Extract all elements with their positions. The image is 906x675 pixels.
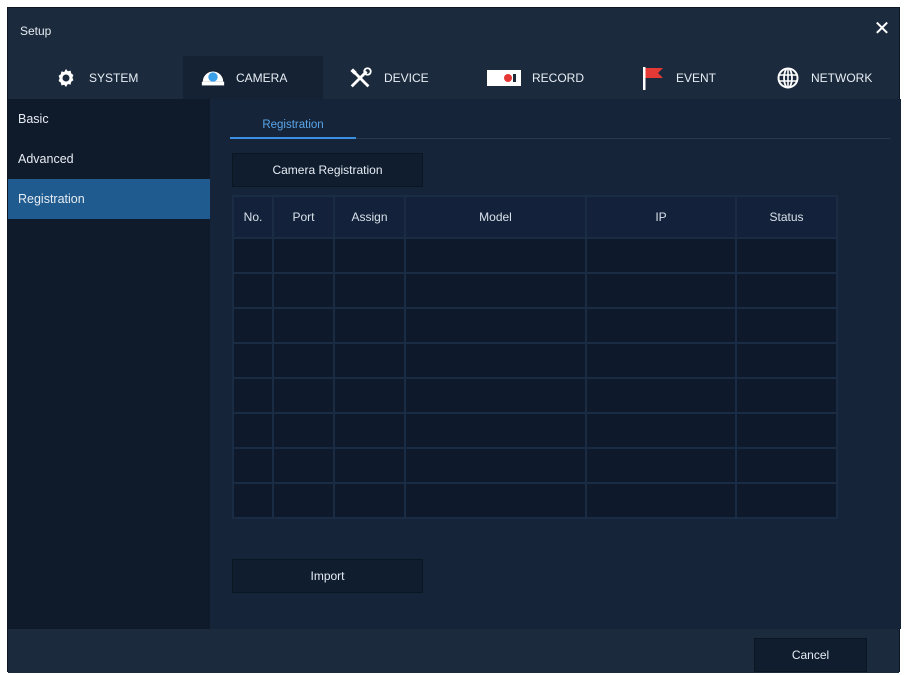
table-cell	[333, 412, 406, 449]
column-header-model[interactable]: Model	[404, 195, 587, 239]
table-cell	[272, 272, 335, 309]
table-cell	[585, 272, 737, 309]
table-row[interactable]	[232, 412, 838, 449]
tab-system[interactable]: SYSTEM	[53, 56, 183, 99]
record-icon	[486, 65, 522, 91]
table-cell	[333, 377, 406, 414]
camera-icon	[200, 65, 226, 91]
table-cell	[404, 412, 587, 449]
table-body	[232, 237, 838, 519]
table-cell	[585, 237, 737, 274]
table-cell	[404, 307, 587, 344]
tab-label: DEVICE	[384, 70, 429, 85]
table-cell	[232, 482, 274, 519]
sidebar-item-advanced[interactable]: Advanced	[8, 139, 210, 179]
tab-registration[interactable]: Registration	[230, 113, 356, 145]
tab-label: EVENT	[676, 70, 717, 85]
sidebar-item-basic[interactable]: Basic	[8, 99, 210, 139]
table-cell	[272, 412, 335, 449]
table-cell	[404, 447, 587, 484]
table-cell	[272, 482, 335, 519]
import-button[interactable]: Import	[232, 559, 423, 593]
table-cell	[585, 377, 737, 414]
table-row[interactable]	[232, 342, 838, 379]
table-cell	[333, 307, 406, 344]
table-cell	[404, 342, 587, 379]
table-cell	[404, 377, 587, 414]
table-header-row: No. Port Assign Model IP Status	[232, 195, 838, 239]
table-cell	[272, 377, 335, 414]
tab-record[interactable]: RECORD	[486, 56, 616, 99]
setup-window: Setup ✕ SYSTEM CAMERA DEVICE RECORD EVEN…	[7, 7, 901, 673]
window-title: Setup	[20, 24, 52, 38]
table-cell	[735, 447, 838, 484]
table-row[interactable]	[232, 307, 838, 344]
footer: Cancel	[8, 629, 899, 673]
table-cell	[404, 237, 587, 274]
sidebar: Basic Advanced Registration	[8, 99, 210, 629]
table-cell	[585, 447, 737, 484]
table-cell	[585, 482, 737, 519]
table-cell	[232, 377, 274, 414]
table-cell	[333, 482, 406, 519]
tab-label: NETWORK	[811, 70, 873, 85]
table-row[interactable]	[232, 272, 838, 309]
table-cell	[232, 447, 274, 484]
camera-table: No. Port Assign Model IP Status	[232, 195, 838, 519]
close-icon[interactable]: ✕	[871, 18, 893, 40]
gear-icon	[53, 65, 79, 91]
table-cell	[232, 342, 274, 379]
table-cell	[232, 412, 274, 449]
table-cell	[232, 307, 274, 344]
tab-camera[interactable]: CAMERA	[183, 56, 323, 99]
column-header-ip[interactable]: IP	[585, 195, 737, 239]
table-cell	[272, 307, 335, 344]
active-subtab-underline	[230, 137, 356, 139]
table-cell	[735, 237, 838, 274]
column-header-status[interactable]: Status	[735, 195, 838, 239]
globe-icon	[775, 65, 801, 91]
table-cell	[585, 342, 737, 379]
flag-icon	[640, 65, 666, 91]
table-cell	[404, 272, 587, 309]
table-cell	[735, 272, 838, 309]
main-tabs: SYSTEM CAMERA DEVICE RECORD EVENT NETWOR…	[8, 56, 899, 99]
table-row[interactable]	[232, 447, 838, 484]
table-cell	[232, 272, 274, 309]
column-header-port[interactable]: Port	[272, 195, 335, 239]
table-cell	[333, 447, 406, 484]
table-cell	[333, 342, 406, 379]
tools-icon	[348, 65, 374, 91]
tab-network[interactable]: NETWORK	[775, 56, 895, 99]
table-cell	[333, 237, 406, 274]
table-cell	[735, 412, 838, 449]
tab-event[interactable]: EVENT	[640, 56, 750, 99]
sidebar-item-registration[interactable]: Registration	[8, 179, 210, 219]
table-cell	[585, 307, 737, 344]
table-cell	[333, 272, 406, 309]
table-row[interactable]	[232, 377, 838, 414]
table-cell	[272, 342, 335, 379]
table-cell	[735, 307, 838, 344]
tab-label: RECORD	[532, 70, 585, 85]
tab-label: SYSTEM	[89, 70, 139, 85]
table-row[interactable]	[232, 482, 838, 519]
tab-label: CAMERA	[236, 70, 288, 85]
table-cell	[404, 482, 587, 519]
tab-device[interactable]: DEVICE	[348, 56, 468, 99]
table-cell	[735, 342, 838, 379]
camera-registration-button[interactable]: Camera Registration	[232, 153, 423, 187]
column-header-no[interactable]: No.	[232, 195, 274, 239]
table-cell	[735, 482, 838, 519]
table-cell	[272, 447, 335, 484]
table-row[interactable]	[232, 237, 838, 274]
table-cell	[272, 237, 335, 274]
table-cell	[232, 237, 274, 274]
cancel-button[interactable]: Cancel	[754, 638, 867, 672]
title-bar: Setup ✕	[8, 8, 899, 56]
registration-panel: Registration Camera Registration No. Por…	[210, 99, 901, 629]
table-cell	[735, 377, 838, 414]
table-cell	[585, 412, 737, 449]
column-header-assign[interactable]: Assign	[333, 195, 406, 239]
